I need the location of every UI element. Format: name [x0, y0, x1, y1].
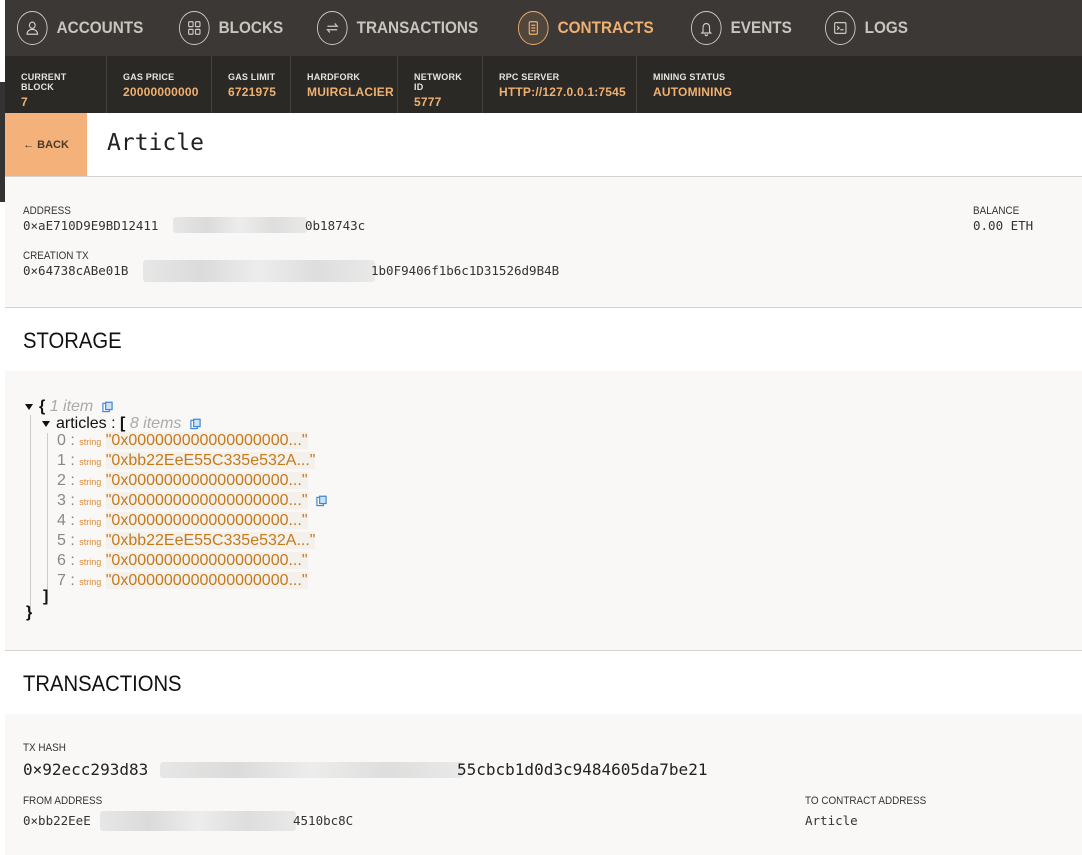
user-icon: [17, 11, 48, 45]
tree-guide-line: [30, 415, 31, 615]
transaction-row[interactable]: TX HASH 0×92ecc293d83 55cbcb1d0d3c948460…: [5, 714, 1082, 855]
storage-panel: { 1 item articles : [ 8 items 0 : string…: [5, 371, 1082, 650]
balance-label: BALANCE: [973, 205, 1020, 217]
contract-details: ADDRESS 0×aE710D9E9BD12411 0b18743c BALA…: [5, 177, 1082, 307]
copy-icon[interactable]: [190, 418, 201, 430]
nav-contracts[interactable]: CONTRACTS: [518, 0, 654, 56]
creation-tx-value-start: 0×64738cABe01B: [23, 263, 129, 278]
status-hardfork: HARDFORK MUIRGLACIER: [291, 56, 398, 113]
copy-icon[interactable]: [316, 495, 327, 507]
bell-icon: [690, 11, 722, 45]
json-array-item[interactable]: 6 : string "0x000000000000000000...": [57, 552, 308, 569]
to-contract-value: Article: [805, 813, 858, 828]
page-title: Article: [107, 130, 204, 156]
copy-icon[interactable]: [102, 401, 113, 413]
swap-icon: [317, 11, 348, 45]
json-array-item[interactable]: 7 : string "0x000000000000000000...": [57, 572, 308, 589]
from-address-value-end: 4510bc8C: [293, 813, 354, 828]
json-root-close: }: [26, 604, 33, 621]
top-navigation: ACCOUNTS BLOCKS TRANSACTIONS CONTRACTS E…: [5, 0, 1082, 56]
json-array-item[interactable]: 5 : string "0xbb22EeE55C335e532A...": [57, 532, 316, 549]
json-array-item[interactable]: 2 : string "0x000000000000000000...": [57, 472, 308, 489]
creation-tx-label: CREATION TX: [23, 250, 89, 262]
grid-icon: [179, 11, 210, 45]
json-array-close: ]: [43, 588, 49, 605]
address-value-end: 0b18743c: [305, 218, 366, 233]
status-bar: CURRENT BLOCK 7 GAS PRICE 20000000000 GA…: [5, 56, 1082, 113]
address-label: ADDRESS: [23, 205, 71, 217]
storage-heading: STORAGE: [23, 328, 122, 353]
creation-tx-value-end: 1b0F9406f1b6c1D31526d9B4B: [371, 263, 560, 278]
redacted-blur: [173, 217, 307, 233]
status-mining-status: MINING STATUS AUTOMINING: [653, 72, 733, 99]
status-network-id: NETWORK ID 5777: [398, 56, 483, 113]
nav-blocks[interactable]: BLOCKS: [179, 0, 284, 56]
status-current-block: CURRENT BLOCK 7: [5, 56, 107, 113]
json-array-item[interactable]: 0 : string "0x000000000000000000...": [57, 432, 308, 449]
redacted-blur: [160, 762, 463, 778]
json-root[interactable]: { 1 item: [25, 399, 113, 415]
nav-events-label: EVENTS: [730, 18, 792, 37]
balance-value: 0.00 ETH: [973, 218, 1034, 233]
json-array-item[interactable]: 3 : string "0x000000000000000000...": [57, 492, 327, 509]
caret-down-icon[interactable]: [25, 403, 33, 410]
document-icon: [518, 11, 549, 45]
tx-hash-value-end: 55cbcb1d0d3c9484605da7be21: [457, 760, 708, 779]
nav-blocks-label: BLOCKS: [218, 18, 284, 37]
nav-transactions-label: TRANSACTIONS: [356, 18, 479, 37]
redacted-blur: [100, 811, 296, 831]
json-key-articles[interactable]: articles : [ 8 items: [42, 416, 201, 432]
transactions-heading-bar: TRANSACTIONS: [5, 650, 1082, 715]
transactions-heading: TRANSACTIONS: [23, 671, 182, 696]
tx-hash-label: TX HASH: [23, 742, 66, 754]
nav-accounts-label: ACCOUNTS: [56, 18, 144, 37]
status-gas-price: GAS PRICE 20000000000: [107, 56, 212, 113]
to-contract-label: TO CONTRACT ADDRESS: [805, 795, 927, 807]
tree-guide-line: [47, 433, 48, 601]
address-value-start: 0×aE710D9E9BD12411: [23, 218, 159, 233]
from-address-label: FROM ADDRESS: [23, 795, 103, 807]
nav-transactions[interactable]: TRANSACTIONS: [317, 0, 478, 56]
nav-logs-label: LOGS: [864, 18, 908, 37]
back-button[interactable]: ← BACK: [5, 113, 87, 176]
page-header: ← BACK Article: [5, 113, 1082, 177]
redacted-blur: [143, 260, 375, 282]
from-address-value-start: 0×bb22EeE: [23, 813, 91, 828]
nav-events[interactable]: EVENTS: [690, 0, 792, 56]
nav-contracts-label: CONTRACTS: [557, 18, 654, 37]
json-array-item[interactable]: 1 : string "0xbb22EeE55C335e532A...": [57, 452, 316, 469]
status-rpc-server: RPC SERVER HTTP://127.0.0.1:7545: [483, 56, 637, 113]
tx-hash-value-start: 0×92ecc293d83: [23, 760, 149, 779]
nav-accounts[interactable]: ACCOUNTS: [17, 0, 143, 56]
caret-down-icon[interactable]: [42, 420, 50, 427]
status-gas-limit: GAS LIMIT 6721975: [212, 56, 291, 113]
terminal-icon: [824, 11, 856, 45]
json-array-item[interactable]: 4 : string "0x000000000000000000...": [57, 512, 308, 529]
storage-heading-bar: STORAGE: [5, 307, 1082, 372]
nav-logs[interactable]: LOGS: [824, 0, 908, 56]
